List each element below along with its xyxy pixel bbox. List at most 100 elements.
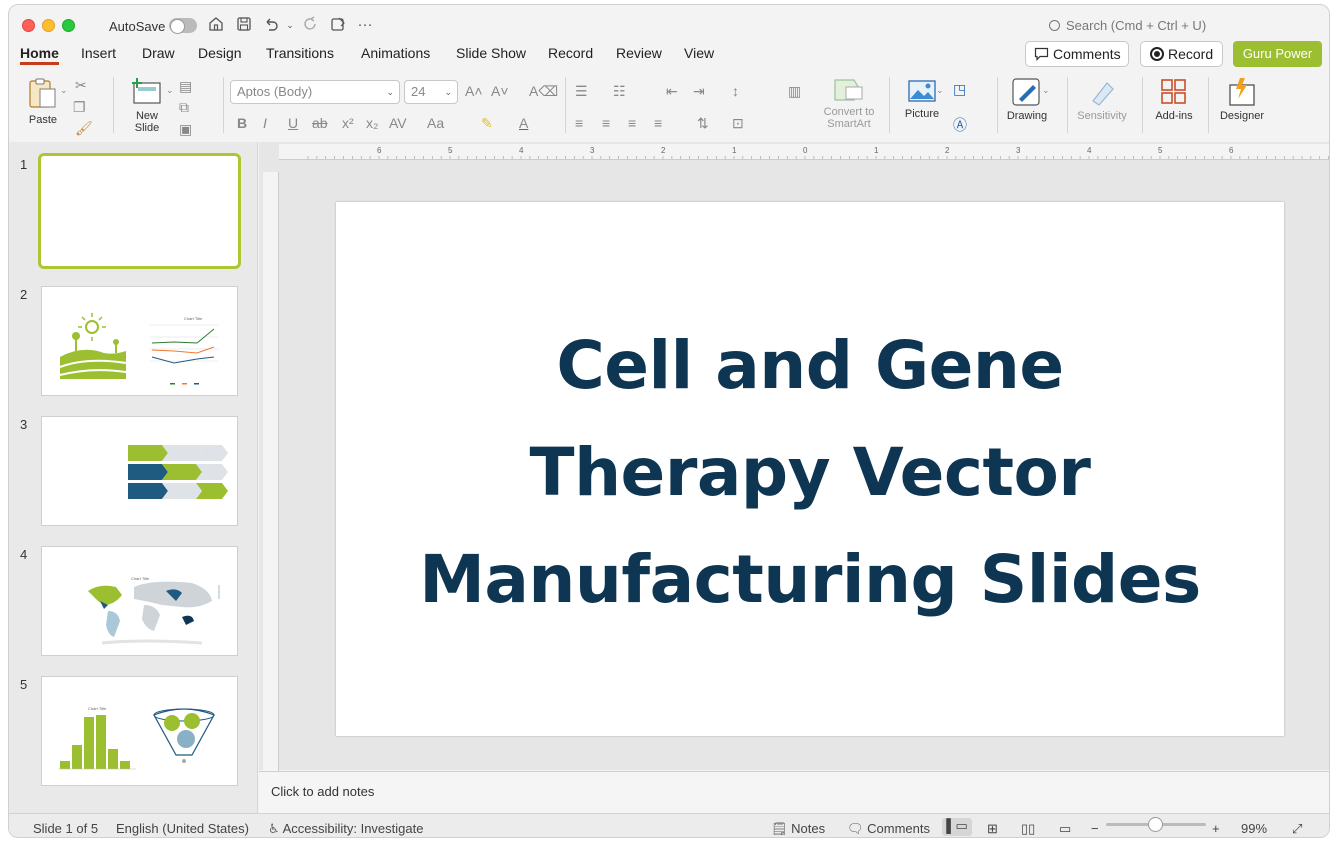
subscript-icon[interactable]: x₂ [366, 115, 378, 131]
addins-button[interactable]: Add-ins [1149, 77, 1199, 122]
shapes-icon[interactable]: ◳ [953, 81, 966, 98]
slide-thumbnail-3[interactable] [41, 416, 238, 526]
italic-icon[interactable]: I [263, 115, 267, 131]
cut-icon[interactable]: ✂ [75, 77, 87, 94]
slide-title-line-2: Therapy Vector [529, 434, 1091, 511]
customize-qat-icon[interactable] [328, 15, 348, 35]
align-right-icon[interactable]: ≡ [628, 115, 636, 131]
zoom-out-icon[interactable]: − [1091, 821, 1099, 836]
increase-font-icon[interactable]: A˄ [465, 83, 483, 99]
picture-button[interactable]: Picture [899, 77, 945, 120]
drawing-dropdown-icon[interactable]: ⌄ [1042, 85, 1050, 96]
justify-icon[interactable]: ≡ [654, 115, 662, 131]
character-spacing-icon[interactable]: AV [389, 115, 407, 131]
comments-button[interactable]: Comments [1025, 41, 1129, 67]
format-painter-icon[interactable]: 🖌 [75, 120, 93, 137]
increase-indent-icon[interactable]: ⇥ [693, 83, 705, 100]
close-window-button[interactable] [22, 19, 35, 32]
decrease-indent-icon[interactable]: ⇤ [666, 83, 678, 100]
decrease-font-icon[interactable]: A˅ [491, 83, 509, 99]
thumbnail-4-art: Chart Title [88, 576, 220, 645]
comments-toggle-button[interactable]: 🗨 Comments [847, 821, 930, 837]
new-slide-button[interactable]: New Slide [125, 77, 169, 134]
font-color-icon[interactable]: A [519, 115, 528, 131]
tab-transitions[interactable]: Transitions [266, 43, 334, 63]
line-spacing-icon[interactable]: ↕ [732, 83, 739, 99]
undo-icon[interactable] [261, 15, 281, 35]
layout-icon[interactable]: ▤ [179, 78, 192, 95]
convert-smartart-button[interactable]: Convert to SmartArt [817, 77, 881, 130]
record-button[interactable]: Record [1140, 41, 1223, 67]
tab-animations[interactable]: Animations [361, 43, 430, 63]
reading-view-icon[interactable]: ▯▯ [1021, 821, 1035, 837]
accessibility-status[interactable]: ♿︎ Accessibility: Investigate [268, 821, 423, 837]
tab-slide-show[interactable]: Slide Show [456, 43, 526, 63]
slideshow-view-icon[interactable]: ▭ [1059, 821, 1071, 837]
paste-button[interactable]: Paste [23, 77, 63, 126]
slide-thumbnail-1[interactable] [38, 153, 241, 269]
slide-title-line-1: Cell and Gene [556, 327, 1064, 404]
comments-button-label: Comments [1053, 46, 1121, 62]
addins-label: Add-ins [1155, 110, 1193, 122]
slide-thumbnail-4[interactable]: Chart Title [41, 546, 238, 656]
language-status[interactable]: English (United States) [116, 821, 249, 836]
tab-design[interactable]: Design [198, 43, 242, 63]
notes-toggle-button[interactable]: 🗒 Notes [771, 821, 825, 837]
notes-pane[interactable]: Click to add notes [259, 771, 1329, 813]
numbering-icon[interactable]: ☷ [613, 83, 626, 100]
zoom-in-icon[interactable]: + [1212, 821, 1220, 836]
strikethrough-icon[interactable]: ab [312, 115, 328, 131]
section-icon[interactable]: ▣ [179, 121, 192, 138]
columns-icon[interactable]: ▥ [788, 83, 801, 100]
zoom-level[interactable]: 99% [1241, 821, 1267, 836]
redo-icon[interactable] [301, 15, 321, 35]
copy-icon[interactable]: ❐ [73, 99, 86, 116]
search-box[interactable]: Search (Cmd + Ctrl + U) [1049, 18, 1206, 33]
normal-view-icon[interactable]: ▌▭ [942, 818, 972, 836]
drawing-button[interactable]: Drawing [1005, 77, 1049, 122]
undo-dropdown-icon[interactable]: ⌄ [280, 15, 300, 35]
tab-insert[interactable]: Insert [81, 43, 116, 63]
bullets-icon[interactable]: ☰ [575, 83, 588, 100]
slide-sorter-icon[interactable]: ⊞ [987, 821, 998, 837]
superscript-icon[interactable]: x² [342, 115, 354, 131]
designer-button[interactable]: Designer [1215, 77, 1269, 122]
tab-home[interactable]: Home [20, 43, 59, 65]
slide-thumbnail-2[interactable]: Chart Title [41, 286, 238, 396]
tab-draw[interactable]: Draw [142, 43, 175, 63]
slide-thumbnail-5[interactable]: Chart Title [41, 676, 238, 786]
align-text-icon[interactable]: ⊡ [732, 115, 744, 132]
align-center-icon[interactable]: ≡ [602, 115, 610, 131]
tab-view[interactable]: View [684, 43, 714, 63]
picture-dropdown-icon[interactable]: ⌄ [936, 85, 944, 96]
bold-icon[interactable]: B [237, 115, 247, 131]
home-icon[interactable] [206, 15, 226, 35]
align-left-icon[interactable]: ≡ [575, 115, 583, 131]
highlight-icon[interactable]: ✎ [481, 115, 493, 132]
ruler-label: 1 [732, 146, 737, 155]
new-slide-dropdown-icon[interactable]: ⌄ [166, 85, 174, 96]
sensitivity-button[interactable]: Sensitivity [1073, 77, 1131, 122]
minimize-window-button[interactable] [42, 19, 55, 32]
more-options-icon[interactable]: ··· [355, 15, 375, 35]
ruler-label: 1 [874, 146, 879, 155]
guru-power-button[interactable]: Guru Power [1233, 41, 1322, 67]
reset-icon[interactable]: ⧉ [179, 99, 189, 116]
text-direction-icon[interactable]: ⇅ [697, 115, 709, 132]
clear-formatting-icon[interactable]: A⌫ [529, 83, 558, 100]
text-box-icon[interactable]: Ⓐ [953, 115, 967, 135]
underline-icon[interactable]: U [288, 115, 298, 131]
change-case-icon[interactable]: Aa [427, 115, 444, 131]
tab-record[interactable]: Record [548, 43, 593, 63]
tab-review[interactable]: Review [616, 43, 662, 63]
save-icon[interactable] [234, 15, 254, 35]
slide-canvas[interactable]: Cell and Gene Therapy Vector Manufacturi… [336, 202, 1284, 736]
paste-dropdown-icon[interactable]: ⌄ [60, 85, 68, 96]
autosave-toggle[interactable] [169, 18, 197, 34]
slide-title[interactable]: Cell and Gene Therapy Vector Manufacturi… [356, 312, 1264, 633]
font-size-select[interactable]: 24 ⌄ [404, 80, 458, 104]
maximize-window-button[interactable] [62, 19, 75, 32]
zoom-slider-knob[interactable] [1148, 817, 1163, 832]
fit-to-window-icon[interactable]: ⤢ [1292, 821, 1302, 837]
font-name-select[interactable]: Aptos (Body) ⌄ [230, 80, 400, 104]
